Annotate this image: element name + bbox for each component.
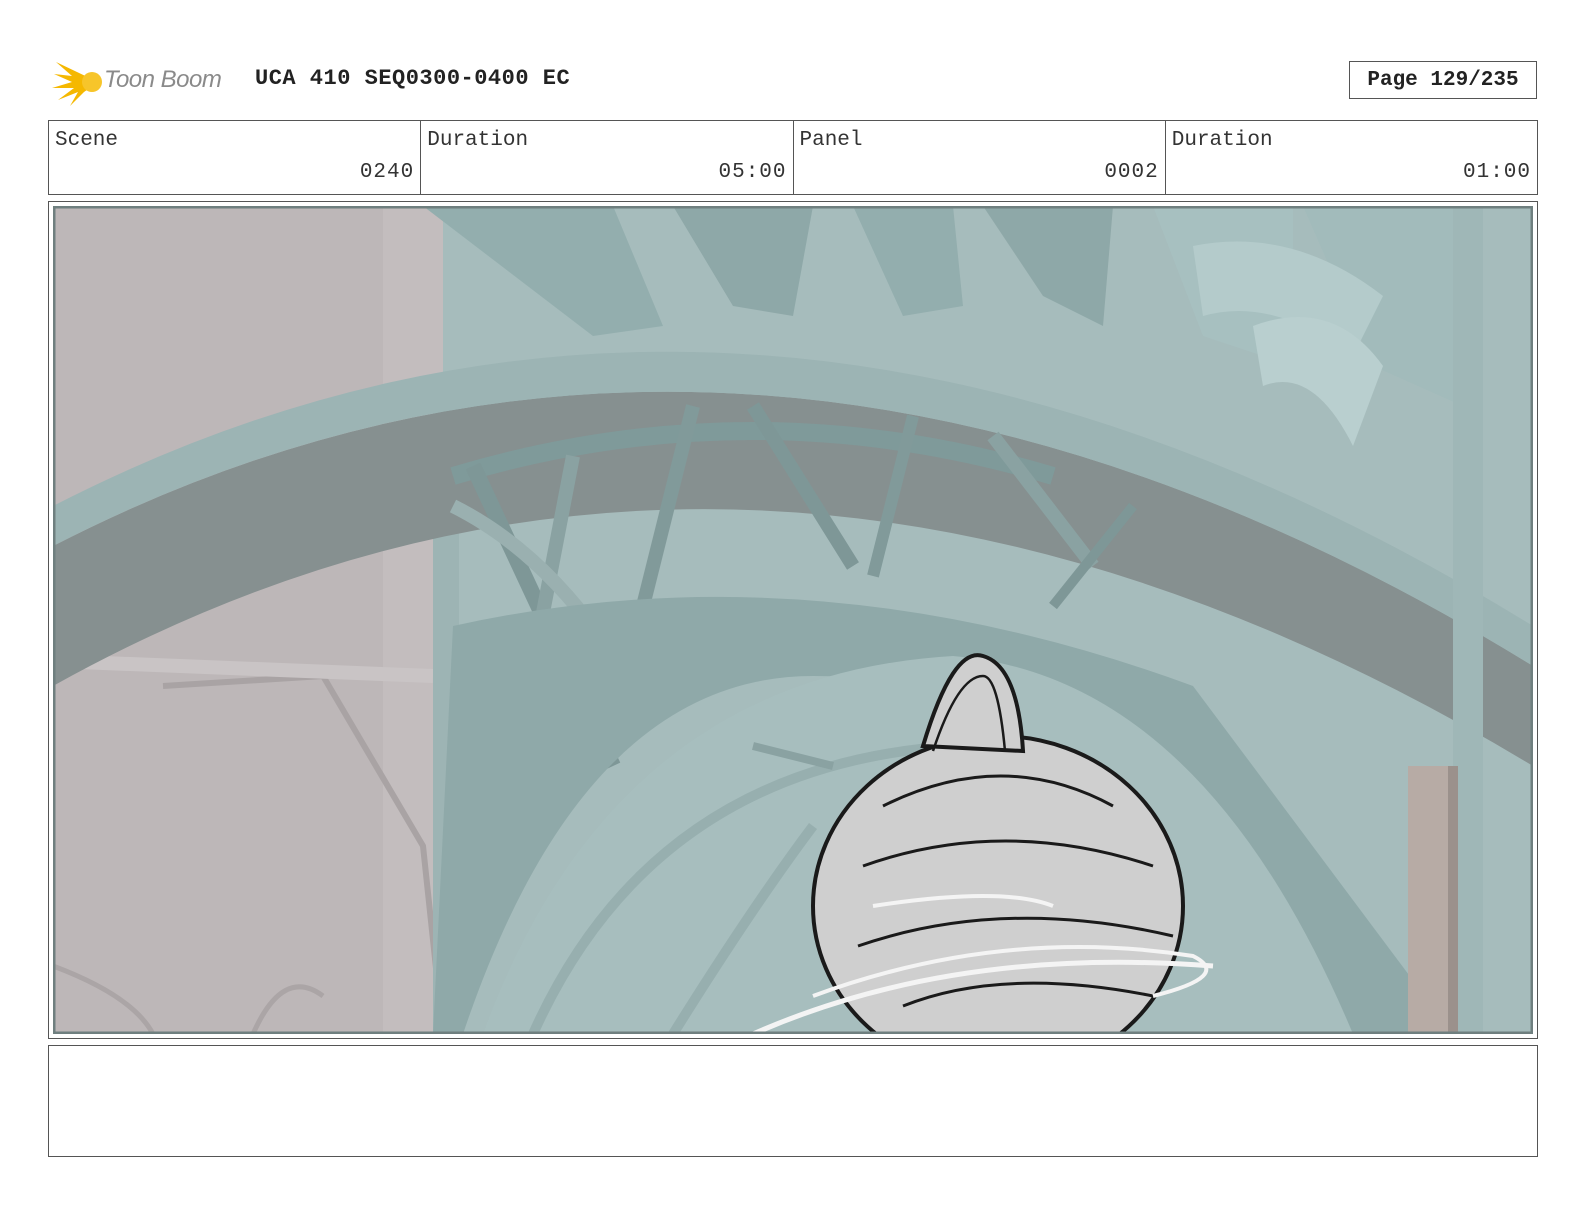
panel-duration-cell: Duration 01:00 [1166,121,1537,194]
logo-text: Toon Boom [104,66,222,93]
panel-duration-value: 01:00 [1462,161,1531,184]
scene-duration-label: Duration [427,129,529,152]
document-title: UCA 410 SEQ0300-0400 EC [255,66,571,91]
panel-duration-label: Duration [1171,129,1273,152]
scene-duration-cell: Duration 05:00 [421,121,794,194]
scene-cell: Scene 0240 [49,121,422,194]
page-number: Page 129/235 [1367,68,1519,92]
panel-label: Panel [799,129,863,152]
scene-value: 0240 [359,161,415,184]
panel-cell: Panel 0002 [794,121,1166,194]
toon-boom-logo: Toon Boom [52,56,242,106]
scene-info-row: Scene 0240 Duration 05:00 Panel 0002 Dur… [48,120,1538,195]
storyboard-frame [48,201,1538,1039]
page-number-box: Page 129/235 [1349,61,1537,99]
storyboard-panel-image [53,206,1533,1034]
scene-label: Scene [55,129,119,152]
scene-duration-value: 05:00 [718,161,787,184]
starburst-icon [52,62,102,106]
panel-value: 0002 [1104,161,1159,184]
panel-notes-box [48,1045,1538,1157]
